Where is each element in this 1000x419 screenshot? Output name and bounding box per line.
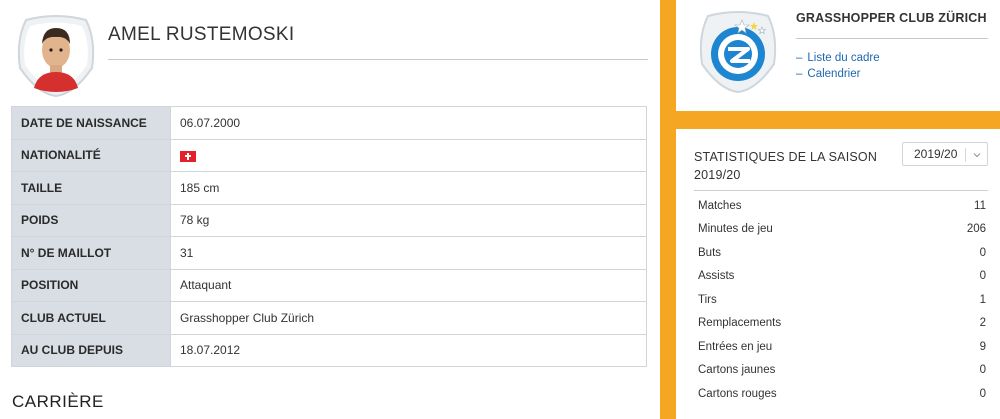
club-link-label: Calendrier bbox=[807, 67, 861, 80]
info-label-jersey: N° DE MAILLOT bbox=[11, 236, 171, 270]
link-dash: – bbox=[796, 52, 803, 64]
info-value-position: Attaquant bbox=[170, 268, 647, 302]
table-row: DATE DE NAISSANCE 06.07.2000 bbox=[11, 106, 647, 140]
list-item: Remplacements 2 bbox=[698, 312, 986, 336]
stats-title: STATISTIQUES DE LA SAISON 2019/20 bbox=[694, 150, 878, 182]
player-avatar bbox=[12, 10, 100, 98]
list-item: Cartons rouges 0 bbox=[698, 382, 986, 406]
club-link-label: Liste du cadre bbox=[807, 52, 880, 64]
info-label-height: TAILLE bbox=[11, 171, 171, 205]
stat-label: Matches bbox=[698, 199, 742, 212]
divider bbox=[694, 190, 988, 191]
table-row: AU CLUB DEPUIS 18.07.2012 bbox=[11, 333, 647, 367]
player-info-table: DATE DE NAISSANCE 06.07.2000 NATIONALITÉ… bbox=[11, 106, 647, 367]
select-separator bbox=[965, 148, 966, 162]
list-item: Buts 0 bbox=[698, 241, 986, 265]
stat-value: 0 bbox=[979, 387, 986, 400]
stat-label: Minutes de jeu bbox=[698, 223, 773, 236]
info-label-since: AU CLUB DEPUIS bbox=[11, 333, 171, 367]
table-row: CLUB ACTUEL Grasshopper Club Zürich bbox=[11, 301, 647, 335]
list-item: Cartons jaunes 0 bbox=[698, 359, 986, 383]
divider bbox=[796, 38, 988, 39]
stat-label: Cartons jaunes bbox=[698, 364, 776, 377]
switzerland-flag-icon bbox=[180, 150, 196, 162]
stat-value: 206 bbox=[966, 223, 986, 236]
info-value-weight: 78 kg bbox=[170, 203, 647, 237]
table-row: POIDS 78 kg bbox=[11, 203, 647, 237]
list-item: Entrées en jeu 9 bbox=[698, 335, 986, 359]
info-value-height: 185 cm bbox=[170, 171, 647, 205]
info-label-club: CLUB ACTUEL bbox=[11, 301, 171, 335]
info-value-birthdate: 06.07.2000 bbox=[170, 106, 647, 140]
info-label-position: POSITION bbox=[11, 268, 171, 302]
stat-label: Buts bbox=[698, 246, 722, 259]
info-value-since: 18.07.2012 bbox=[170, 333, 647, 367]
stat-value: 2 bbox=[979, 317, 986, 330]
career-heading: CARRIÈRE bbox=[12, 392, 104, 411]
info-label-nationality: NATIONALITÉ bbox=[11, 138, 171, 172]
stat-label: Entrées en jeu bbox=[698, 340, 773, 353]
stats-list: Matches 11 Minutes de jeu 206 Buts 0 Assist… bbox=[698, 194, 986, 406]
info-value-jersey: 31 bbox=[170, 236, 647, 270]
season-select[interactable]: 2019/20 bbox=[902, 142, 988, 166]
season-selected-value: 2019/20 bbox=[914, 147, 958, 161]
stat-value: 0 bbox=[979, 364, 986, 377]
club-link-calendar[interactable]: – Calendrier bbox=[796, 67, 880, 83]
chevron-down-icon bbox=[971, 148, 983, 160]
club-logo-icon[interactable] bbox=[694, 6, 782, 94]
info-label-weight: POIDS bbox=[11, 203, 171, 237]
link-dash: – bbox=[796, 67, 803, 80]
stat-value: 1 bbox=[979, 293, 986, 306]
stat-value: 0 bbox=[979, 246, 986, 259]
stat-value: 11 bbox=[974, 199, 986, 212]
info-value-club: Grasshopper Club Zürich bbox=[170, 301, 647, 335]
stat-label: Cartons rouges bbox=[698, 387, 777, 400]
divider bbox=[108, 59, 648, 60]
list-item: Tirs 1 bbox=[698, 288, 986, 312]
list-item: Minutes de jeu 206 bbox=[698, 218, 986, 242]
list-item: Matches 11 bbox=[698, 194, 986, 218]
list-item: Assists 0 bbox=[698, 265, 986, 289]
info-value-nationality bbox=[170, 138, 647, 172]
stat-label: Tirs bbox=[698, 293, 717, 306]
table-row: NATIONALITÉ bbox=[11, 138, 647, 172]
player-name: AMEL RUSTEMOSKI bbox=[108, 24, 295, 45]
info-label-birthdate: DATE DE NAISSANCE bbox=[11, 106, 171, 140]
stat-value: 9 bbox=[979, 340, 986, 353]
table-row: TAILLE 185 cm bbox=[11, 171, 647, 205]
stat-value: 0 bbox=[979, 270, 986, 283]
table-row: N° DE MAILLOT 31 bbox=[11, 236, 647, 270]
club-links: – Liste du cadre – Calendrier bbox=[796, 51, 880, 82]
stat-label: Assists bbox=[698, 270, 735, 283]
club-title: GRASSHOPPER CLUB ZÜRICH bbox=[796, 11, 987, 25]
stat-label: Remplacements bbox=[698, 317, 782, 330]
club-link-squad[interactable]: – Liste du cadre bbox=[796, 51, 880, 67]
table-row: POSITION Attaquant bbox=[11, 268, 647, 302]
